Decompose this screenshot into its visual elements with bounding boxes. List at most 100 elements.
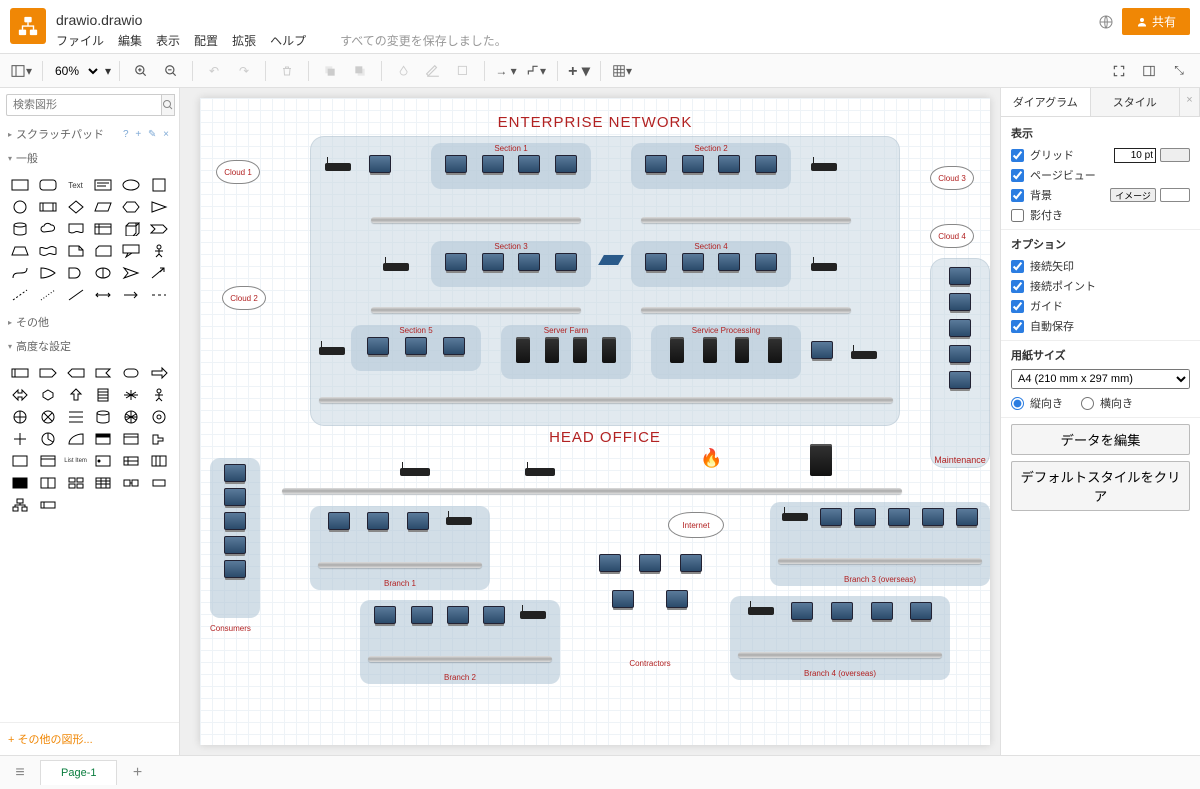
shape-barrow[interactable] bbox=[117, 262, 145, 284]
language-icon[interactable] bbox=[1098, 14, 1114, 30]
ashape[interactable] bbox=[90, 428, 118, 450]
ashape[interactable] bbox=[6, 362, 34, 384]
shape-diamond[interactable] bbox=[62, 196, 90, 218]
router-icon[interactable] bbox=[383, 263, 409, 271]
cloud3[interactable]: Cloud 3 bbox=[930, 166, 974, 190]
shape-curve[interactable] bbox=[6, 262, 34, 284]
shape-textbox[interactable] bbox=[90, 174, 118, 196]
view-mode-button[interactable]: ▾ bbox=[8, 58, 34, 84]
shape-internal[interactable] bbox=[90, 218, 118, 240]
delete-button[interactable] bbox=[274, 58, 300, 84]
shape-link[interactable] bbox=[145, 284, 173, 306]
group-section1[interactable]: Section 1 bbox=[431, 143, 591, 189]
redo-button[interactable]: ↷ bbox=[231, 58, 257, 84]
ashape[interactable] bbox=[90, 384, 118, 406]
ashape[interactable] bbox=[145, 428, 173, 450]
shape-or[interactable] bbox=[34, 262, 62, 284]
background-checkbox[interactable] bbox=[1011, 189, 1024, 202]
background-color-button[interactable] bbox=[1160, 188, 1190, 202]
shape-bidir[interactable] bbox=[90, 284, 118, 306]
ashape[interactable] bbox=[117, 472, 145, 494]
group-enterprise[interactable]: Section 1 Section 2 Section 3 Section 4 … bbox=[310, 136, 900, 426]
shape-ellipse[interactable] bbox=[117, 174, 145, 196]
shape-document[interactable] bbox=[62, 218, 90, 240]
ashape[interactable] bbox=[62, 362, 90, 384]
group-section5[interactable]: Section 5 bbox=[351, 325, 481, 371]
pc-icon[interactable] bbox=[369, 155, 391, 173]
pc-icon[interactable] bbox=[811, 341, 833, 359]
shape-and[interactable] bbox=[62, 262, 90, 284]
pageview-checkbox[interactable] bbox=[1011, 169, 1024, 182]
ashape[interactable] bbox=[117, 450, 145, 472]
ashape[interactable] bbox=[6, 472, 34, 494]
reset-style-button[interactable]: デフォルトスタイルをクリア bbox=[1011, 461, 1190, 511]
ashape[interactable] bbox=[62, 472, 90, 494]
shape-dline2[interactable] bbox=[34, 284, 62, 306]
zoom-select[interactable]: 60% bbox=[51, 63, 101, 79]
ashape[interactable] bbox=[34, 494, 62, 516]
server-icon[interactable] bbox=[810, 444, 832, 476]
shape-rounded[interactable] bbox=[34, 174, 62, 196]
conn-points-checkbox[interactable] bbox=[1011, 280, 1024, 293]
search-input[interactable] bbox=[6, 94, 162, 116]
shadow-button[interactable] bbox=[450, 58, 476, 84]
grid-checkbox[interactable] bbox=[1011, 149, 1024, 162]
shape-darrow[interactable] bbox=[145, 262, 173, 284]
ashape[interactable] bbox=[90, 362, 118, 384]
shape-step[interactable] bbox=[145, 218, 173, 240]
scratchpad-actions[interactable]: ? + ✎ × bbox=[123, 129, 171, 140]
shape-tape[interactable] bbox=[34, 240, 62, 262]
shape-rect[interactable] bbox=[6, 174, 34, 196]
shape-cube[interactable] bbox=[117, 218, 145, 240]
shape-actor[interactable] bbox=[145, 240, 173, 262]
grid-color-button[interactable] bbox=[1160, 148, 1190, 162]
grid-size-input[interactable] bbox=[1114, 148, 1156, 163]
insert-button[interactable]: + ▾ bbox=[566, 58, 592, 84]
cloud1[interactable]: Cloud 1 bbox=[216, 160, 260, 184]
ashape[interactable] bbox=[34, 406, 62, 428]
group-section3[interactable]: Section 3 bbox=[431, 241, 591, 287]
ashape[interactable] bbox=[34, 362, 62, 384]
menu-arrange[interactable]: 配置 bbox=[194, 32, 218, 49]
ashape[interactable] bbox=[6, 494, 34, 516]
pages-menu-button[interactable]: ≡ bbox=[8, 761, 32, 785]
group-branch2[interactable]: Branch 2 bbox=[360, 600, 560, 684]
cloud4[interactable]: Cloud 4 bbox=[930, 224, 974, 248]
file-name[interactable]: drawio.drawio bbox=[56, 6, 1088, 28]
tab-style[interactable]: スタイル bbox=[1091, 88, 1181, 116]
connection-button[interactable]: → ▾ bbox=[493, 58, 519, 84]
cloud-internet[interactable]: Internet bbox=[668, 512, 724, 538]
ashape[interactable] bbox=[34, 384, 62, 406]
collapse-button[interactable]: ⤡ bbox=[1166, 58, 1192, 84]
to-front-button[interactable] bbox=[317, 58, 343, 84]
menu-edit[interactable]: 編集 bbox=[118, 32, 142, 49]
shape-parallelogram[interactable] bbox=[90, 196, 118, 218]
ashape[interactable] bbox=[6, 428, 34, 450]
menu-file[interactable]: ファイル bbox=[56, 32, 104, 49]
advanced-section[interactable]: ▾高度な設定 bbox=[0, 334, 179, 358]
ashape[interactable] bbox=[117, 428, 145, 450]
group-section2[interactable]: Section 2 bbox=[631, 143, 791, 189]
router-icon[interactable] bbox=[525, 468, 555, 476]
router-icon[interactable] bbox=[811, 163, 837, 171]
scratchpad-section[interactable]: ▸スクラッチパッド ? + ✎ × bbox=[0, 122, 179, 146]
ashape[interactable] bbox=[6, 450, 34, 472]
shape-trapezoid[interactable] bbox=[6, 240, 34, 262]
ashape[interactable] bbox=[34, 428, 62, 450]
share-button[interactable]: 共有 bbox=[1122, 8, 1190, 35]
search-button[interactable] bbox=[162, 94, 175, 116]
canvas-area[interactable]: ENTERPRISE NETWORK Section 1 Section 2 S… bbox=[180, 88, 1000, 755]
zoom-in-button[interactable] bbox=[128, 58, 154, 84]
portrait-radio[interactable] bbox=[1011, 397, 1024, 410]
shape-dline[interactable] bbox=[6, 284, 34, 306]
fill-color-button[interactable] bbox=[390, 58, 416, 84]
general-section[interactable]: ▾一般 bbox=[0, 146, 179, 170]
more-shapes-button[interactable]: + その他の図形... bbox=[0, 722, 179, 755]
ashape[interactable] bbox=[145, 450, 173, 472]
shape-note[interactable] bbox=[62, 240, 90, 262]
format-panel-button[interactable] bbox=[1136, 58, 1162, 84]
router-icon[interactable] bbox=[811, 263, 837, 271]
ashape[interactable] bbox=[145, 384, 173, 406]
ashape[interactable] bbox=[62, 428, 90, 450]
ashape[interactable] bbox=[90, 406, 118, 428]
